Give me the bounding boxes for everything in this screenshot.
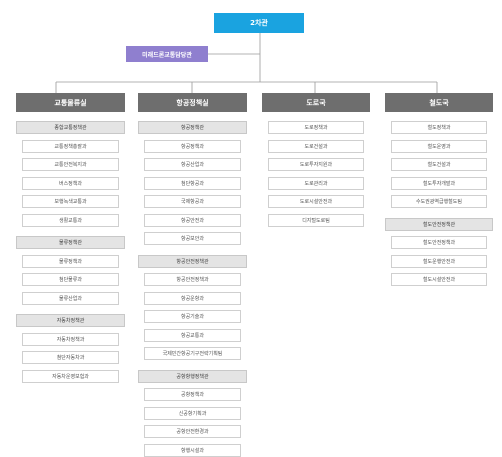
division-node: 철도안전정책과 xyxy=(391,236,487,249)
division-node: 국제민간항공기구전략기획팀 xyxy=(144,347,241,360)
group-node: 물류정책관 xyxy=(16,236,125,249)
division-node: 교통정책총괄과 xyxy=(22,139,119,153)
division-node: 수도권광역급행철도팀 xyxy=(391,195,487,208)
division-node: 공항안전환경과 xyxy=(144,425,241,438)
root-node: 2차관 xyxy=(214,13,304,33)
division-node: 자동차운영보험과 xyxy=(22,369,119,383)
division-node: 항행시설과 xyxy=(144,443,241,457)
bureau-node: 교통물류실 xyxy=(16,93,125,112)
division-node: 도로정책과 xyxy=(268,121,364,134)
division-node: 철도운영과 xyxy=(391,139,487,153)
division-node: 도로투자지원과 xyxy=(268,158,364,171)
division-node: 항공기술과 xyxy=(144,310,241,323)
division-node: 항공안전과 xyxy=(144,213,241,227)
group-node: 철도안전정책관 xyxy=(385,217,493,231)
division-node: 항공교통과 xyxy=(144,328,241,342)
group-node: 항공정책관 xyxy=(138,121,247,134)
division-node: 자동차정책과 xyxy=(22,332,119,346)
division-node: 신공항기획과 xyxy=(144,406,241,420)
division-node: 도로관리과 xyxy=(268,176,364,190)
division-node: 첨단항공과 xyxy=(144,176,241,190)
bureau-node: 항공정책실 xyxy=(138,93,247,112)
division-node: 공항정책과 xyxy=(144,388,241,401)
group-node: 종합교통정책관 xyxy=(16,121,125,134)
group-node: 자동차정책관 xyxy=(16,314,125,327)
group-node: 공항항행정책관 xyxy=(138,369,247,383)
sub-office-node: 미래드론교통담당관 xyxy=(126,46,208,62)
division-node: 국제항공과 xyxy=(144,195,241,208)
division-node: 항공안전정책과 xyxy=(144,273,241,286)
division-node: 버스정책과 xyxy=(22,176,119,190)
division-node: 도로시설안전과 xyxy=(268,195,364,208)
division-node: 물류정책과 xyxy=(22,254,119,268)
division-node: 항공보안과 xyxy=(144,232,241,245)
division-node: 철도운행안전과 xyxy=(391,254,487,268)
division-node: 물류산업과 xyxy=(22,291,119,305)
division-node: 철도투자개발과 xyxy=(391,176,487,190)
group-node: 항공안전정책관 xyxy=(138,254,247,268)
division-node: 철도시설안전과 xyxy=(391,273,487,286)
division-node: 철도건설과 xyxy=(391,158,487,171)
division-node: 교통안전복지과 xyxy=(22,158,119,171)
division-node: 보행녹색교통과 xyxy=(22,195,119,208)
division-node: 첨단물류과 xyxy=(22,273,119,286)
division-node: 생활교통과 xyxy=(22,213,119,227)
bureau-node: 도로국 xyxy=(262,93,370,112)
division-node: 철도정책과 xyxy=(391,121,487,134)
division-node: 항공정책과 xyxy=(144,139,241,153)
bureau-node: 철도국 xyxy=(385,93,493,112)
division-node: 항공산업과 xyxy=(144,158,241,171)
division-node: 항공운항과 xyxy=(144,291,241,305)
division-node: 디지털도로팀 xyxy=(268,213,364,227)
division-node: 도로건설과 xyxy=(268,139,364,153)
division-node: 첨단자동차과 xyxy=(22,351,119,364)
